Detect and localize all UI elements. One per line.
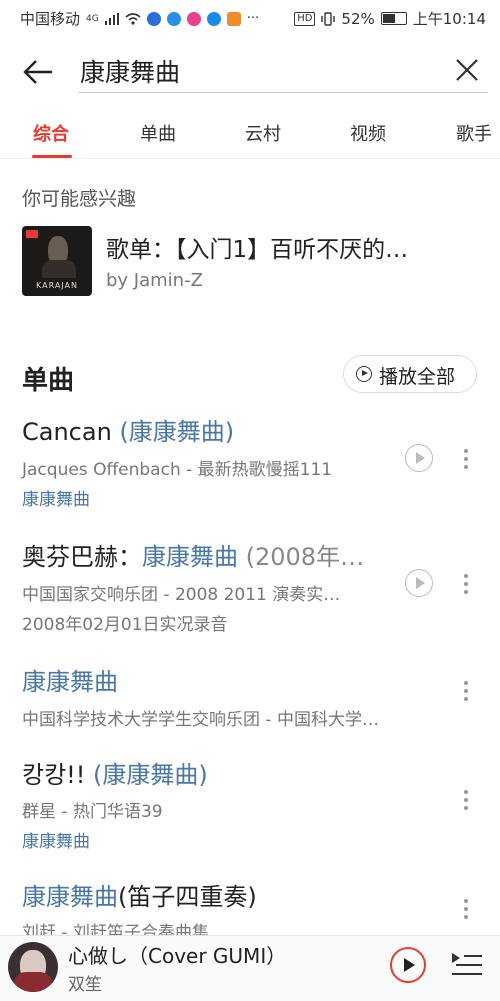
song-title[interactable]: Cancan (康康舞曲) — [22, 412, 234, 447]
back-arrow-icon[interactable] — [20, 54, 56, 90]
app-notification-icon — [186, 11, 201, 26]
song-tag: 康康舞曲 — [22, 490, 90, 510]
battery-icon — [380, 12, 407, 25]
song-title[interactable]: 康康舞曲(笛子四重奏) — [22, 877, 257, 912]
app-notification-icon — [206, 11, 221, 26]
more-options-icon[interactable] — [458, 897, 474, 921]
song-highlight: 康康舞曲 — [142, 543, 238, 571]
search-input[interactable]: 康康舞曲 — [80, 53, 180, 89]
app-notification-icon — [226, 11, 241, 26]
playlist-queue-icon[interactable] — [452, 953, 482, 977]
app-notification-icon — [166, 11, 181, 26]
tab-videos[interactable]: 视频 — [350, 120, 386, 146]
song-highlight: 康康舞曲 — [22, 668, 118, 696]
play-video-icon[interactable] — [405, 569, 433, 597]
network-type: 4G — [86, 13, 99, 24]
play-circle-icon — [356, 366, 372, 382]
vibrate-icon — [321, 11, 336, 26]
more-options-icon[interactable] — [458, 572, 474, 596]
song-title[interactable]: 奥芬巴赫：康康舞曲 (2008年… — [22, 537, 364, 572]
song-name: Cancan — [22, 418, 120, 446]
tab-divider — [0, 158, 500, 159]
clock: 上午10:14 — [412, 10, 486, 28]
clear-search-icon[interactable] — [452, 55, 482, 85]
status-left: 中国移动 4G ··· — [20, 8, 259, 29]
status-right: HD 52% 上午10:14 — [294, 8, 486, 29]
cover-badge — [26, 230, 38, 238]
playlist-cover[interactable]: KARAJAN — [22, 226, 92, 296]
more-options-icon[interactable] — [458, 788, 474, 812]
wifi-icon — [125, 12, 141, 25]
song-subtitle: (笛子四重奏) — [118, 883, 257, 911]
tab-cloud-village[interactable]: 云村 — [245, 120, 281, 146]
status-bar: 中国移动 4G ··· HD 52% 上午10:14 — [0, 0, 500, 34]
more-notifications-icon: ··· — [246, 11, 260, 26]
song-meta: 中国国家交响乐团 - 2008 2011 演奏实… — [22, 585, 341, 605]
battery-percent: 52% — [341, 9, 375, 28]
more-options-icon[interactable] — [458, 679, 474, 703]
now-playing-cover[interactable] — [8, 942, 58, 992]
suggestion-heading: 你可能感兴趣 — [22, 188, 137, 210]
song-tag: 康康舞曲 — [22, 832, 90, 852]
song-highlight: (康康舞曲) — [93, 761, 208, 789]
now-playing-title[interactable]: 心做し（Cover GUMI） — [68, 940, 286, 969]
search-underline — [78, 92, 488, 93]
song-meta: Jacques Offenbach - 最新热歌慢摇111 — [22, 460, 333, 480]
cover-portrait — [42, 260, 76, 278]
song-extra: 2008年02月01日实况录音 — [22, 615, 228, 635]
playlist-title[interactable]: 歌单：【入门1】百听不厌的… — [106, 230, 408, 264]
song-meta: 群星 - 热门华语39 — [22, 802, 163, 822]
play-video-icon[interactable] — [405, 444, 433, 472]
play-all-label: 播放全部 — [379, 366, 456, 388]
play-all-button[interactable]: 播放全部 — [343, 355, 477, 393]
tab-artists[interactable]: 歌手 — [456, 120, 492, 146]
song-title[interactable]: 캉캉!! (康康舞曲) — [22, 755, 208, 790]
carrier-name: 中国移动 — [20, 10, 81, 28]
app-notification-icon — [146, 11, 161, 26]
song-meta: 中国科学技术大学学生交响乐团 - 中国科大学… — [22, 710, 379, 730]
play-pause-button[interactable] — [390, 947, 426, 983]
section-title: 单曲 — [22, 366, 75, 396]
song-subtitle: (2008年… — [238, 543, 365, 571]
song-highlight: 康康舞曲 — [22, 883, 118, 911]
song-name: 奥芬巴赫： — [22, 543, 142, 571]
now-playing-artist: 双笙 — [68, 975, 102, 995]
cover-text: KARAJAN — [36, 281, 78, 290]
signal-icon — [104, 12, 119, 25]
hd-icon: HD — [294, 11, 316, 26]
song-highlight: (康康舞曲) — [119, 418, 235, 446]
more-options-icon[interactable] — [458, 447, 474, 471]
tab-songs[interactable]: 单曲 — [140, 120, 176, 146]
tab-comprehensive[interactable]: 综合 — [33, 120, 69, 146]
cover-portrait — [14, 972, 52, 992]
song-name: 캉캉!! — [22, 761, 94, 789]
song-title[interactable]: 康康舞曲 — [22, 662, 118, 697]
playlist-author: by Jamin-Z — [106, 270, 203, 291]
